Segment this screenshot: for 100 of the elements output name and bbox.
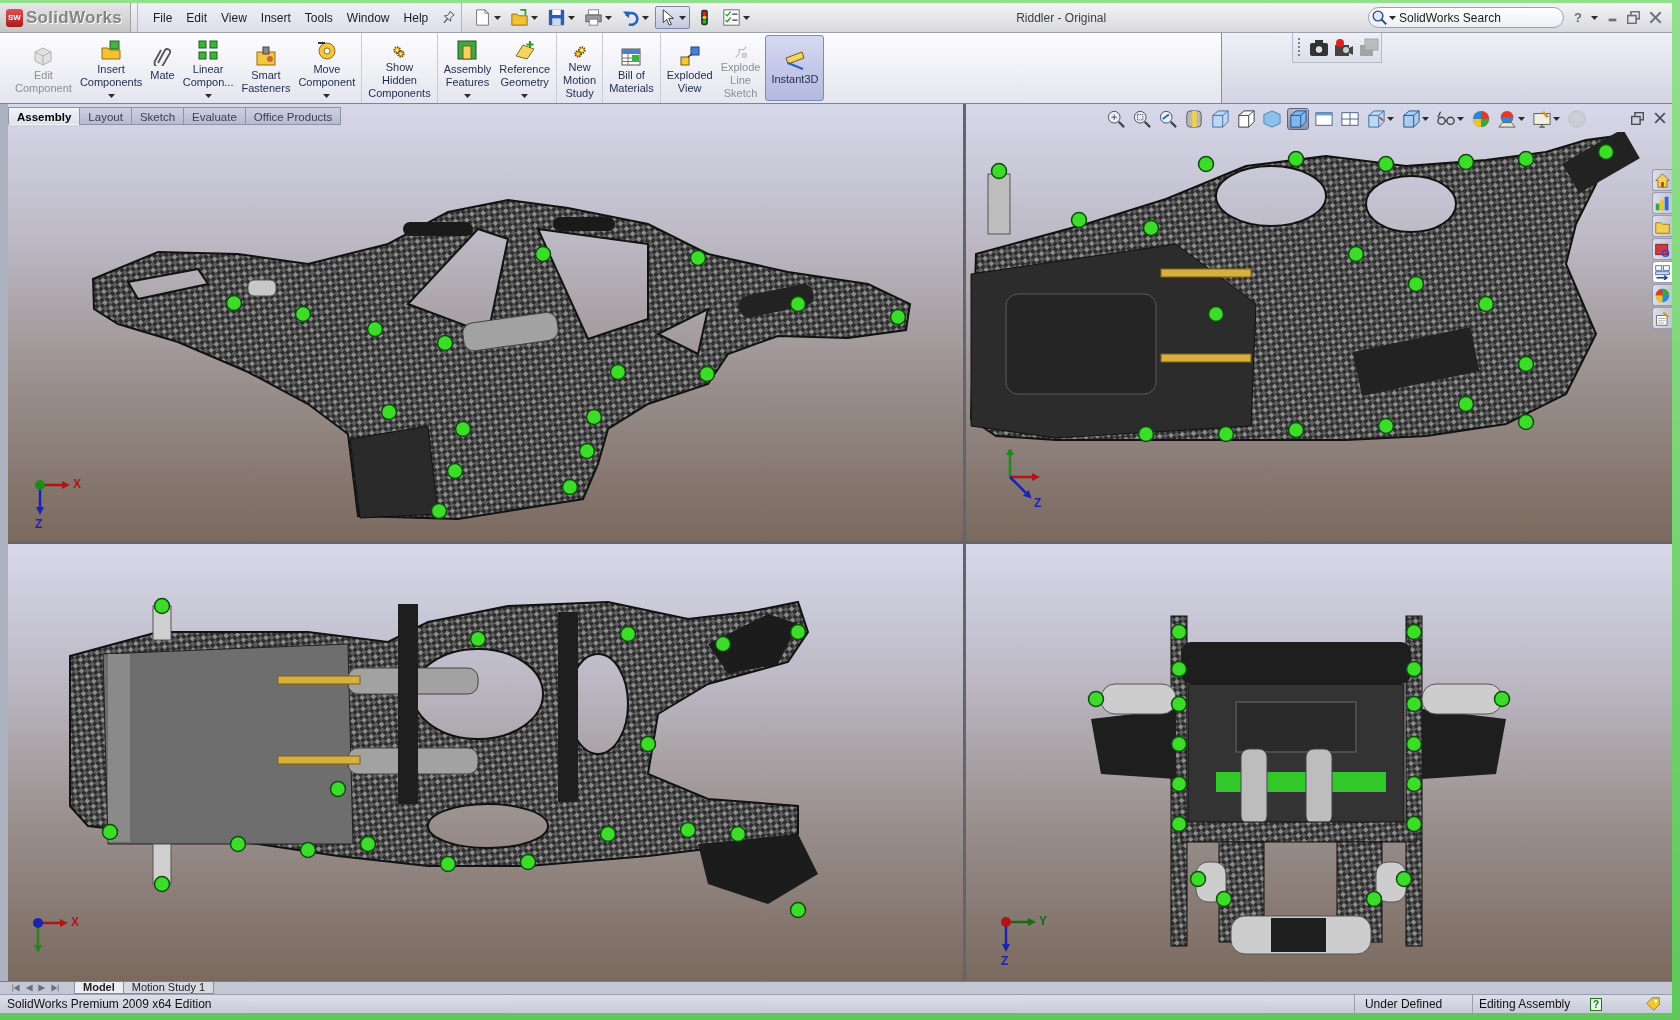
definition-status: Under Defined — [1353, 995, 1472, 1013]
axis-label: Z — [35, 518, 43, 530]
folder-cube-icon — [101, 40, 122, 60]
document-tab[interactable]: Motion Study 1 — [122, 982, 215, 994]
command-tab[interactable]: Evaluate — [183, 107, 246, 125]
caret-icon[interactable] — [1457, 117, 1464, 121]
caret-icon — [521, 94, 529, 98]
menu-item[interactable]: View — [214, 10, 254, 25]
caret-icon[interactable] — [743, 15, 751, 20]
command-tab[interactable]: Sketch — [130, 107, 185, 125]
caret-icon[interactable] — [1553, 117, 1560, 121]
caret-icon[interactable] — [1387, 117, 1394, 121]
caret-icon — [107, 94, 115, 98]
color-ball-icon[interactable] — [1472, 110, 1490, 128]
search-field[interactable]: SolidWorks Search — [1368, 7, 1565, 28]
scroll-arrow-icon[interactable] — [12, 984, 20, 992]
task-pane-tab[interactable] — [1652, 261, 1672, 283]
insert-components-button[interactable]: Insert Components — [76, 35, 146, 101]
undo-icon[interactable] — [622, 9, 640, 26]
task-pane-tab[interactable] — [1652, 307, 1672, 329]
axis-label: X — [73, 478, 81, 490]
axis-label: Y — [1039, 915, 1047, 927]
magnifier-icon[interactable] — [1159, 110, 1177, 128]
select-tool-button[interactable] — [655, 6, 691, 29]
smart-fasteners-button[interactable]: Smart Fasteners — [238, 35, 294, 101]
show-hidden-components-button[interactable]: Show Hidden Components — [365, 35, 434, 101]
zoom-area-icon[interactable] — [1133, 110, 1151, 128]
hexagon-icon[interactable] — [1263, 110, 1281, 128]
edition-label: SolidWorks Premium 2009 x64 Edition — [6, 997, 213, 1011]
assembly-features-button[interactable]: Assembly Features — [440, 35, 495, 101]
ball-stand-icon[interactable] — [1498, 110, 1516, 128]
printer-icon[interactable] — [585, 9, 603, 26]
grip-handle[interactable] — [1298, 37, 1300, 58]
paperclip-icon — [152, 46, 173, 66]
document-tab[interactable]: Model — [74, 982, 124, 994]
scroll-arrow-icon[interactable] — [51, 984, 59, 992]
help-button[interactable]: ? — [1574, 10, 1582, 25]
menu-item[interactable]: Window — [339, 10, 397, 25]
move-component-button[interactable]: Move Component — [295, 35, 359, 101]
caret-icon[interactable] — [1422, 117, 1429, 121]
video-camera-icon[interactable] — [1334, 37, 1354, 58]
search-icon — [1372, 10, 1388, 25]
caret-icon[interactable] — [568, 15, 576, 20]
menu-item[interactable]: Edit — [179, 10, 215, 25]
menu-item[interactable]: Help — [396, 10, 436, 25]
bill-of-materials-button[interactable]: Bill of Materials — [606, 35, 657, 101]
command-tab[interactable]: Layout — [79, 107, 132, 125]
checklist-icon[interactable] — [723, 9, 741, 26]
axis-label: X — [71, 916, 79, 928]
wireframe-cube-icon[interactable] — [1237, 110, 1255, 128]
single-view-icon[interactable] — [1315, 110, 1333, 128]
cube-icon[interactable] — [1211, 110, 1229, 128]
restore-icon[interactable] — [1631, 112, 1644, 125]
task-pane-tab[interactable] — [1652, 238, 1672, 260]
menu-item[interactable]: Insert — [253, 10, 298, 25]
tag-icon[interactable] — [1646, 997, 1660, 1011]
box-icon — [1655, 241, 1670, 257]
caret-icon[interactable] — [494, 15, 502, 20]
menu-item[interactable]: Tools — [297, 10, 340, 25]
command-tab[interactable]: Assembly — [8, 107, 81, 125]
caret-icon[interactable] — [605, 15, 613, 20]
restore-icon[interactable] — [1627, 11, 1640, 24]
close-icon[interactable] — [1649, 11, 1662, 24]
command-tab[interactable]: Office Products — [244, 107, 342, 125]
menu-item[interactable]: File — [146, 10, 180, 25]
four-views-icon[interactable] — [1341, 110, 1359, 128]
caret-icon[interactable] — [531, 15, 539, 20]
shaded-edges-cube-icon — [1289, 110, 1307, 128]
caret-icon — [204, 94, 212, 98]
exploded-view-button[interactable]: Exploded View — [663, 35, 716, 101]
cube-outline-icon — [33, 46, 54, 66]
reference-geometry-button[interactable]: Reference Geometry — [496, 35, 554, 101]
linear-pattern-button[interactable]: Linear Compon... — [179, 35, 237, 101]
mate-button[interactable]: Mate — [147, 35, 178, 101]
cylinder-icon[interactable] — [1185, 110, 1203, 128]
axis-label: Z — [1001, 955, 1009, 967]
caret-icon — [1389, 15, 1397, 20]
caret-icon[interactable] — [642, 15, 650, 20]
instant3d-button[interactable]: Instant3D — [765, 35, 825, 101]
cube-icon[interactable] — [1402, 110, 1420, 128]
caret-icon — [679, 15, 687, 20]
caret-icon[interactable] — [1518, 117, 1525, 121]
caret-icon[interactable] — [1591, 15, 1598, 20]
new-document-icon[interactable] — [474, 9, 492, 26]
view-toolbar-button[interactable] — [1287, 108, 1309, 130]
glasses-icon[interactable] — [1437, 110, 1455, 128]
monitor-icon[interactable] — [1533, 110, 1551, 128]
pushpin-icon[interactable] — [441, 10, 456, 25]
ring-icon — [316, 40, 337, 60]
block-icon — [457, 40, 478, 60]
bar-chart-icon — [1655, 195, 1670, 211]
color-ball-icon — [1655, 287, 1670, 303]
close-icon[interactable] — [1654, 112, 1666, 124]
zoom-in-icon[interactable] — [1107, 110, 1125, 128]
new-motion-study-button[interactable]: New Motion Study — [560, 35, 600, 101]
help-button[interactable]: ? — [1589, 997, 1602, 1011]
table-icon — [621, 46, 642, 66]
camera-icon[interactable] — [1309, 37, 1329, 58]
app-logo-text: SolidWorks — [25, 7, 123, 28]
plane-plus-icon — [514, 40, 535, 60]
